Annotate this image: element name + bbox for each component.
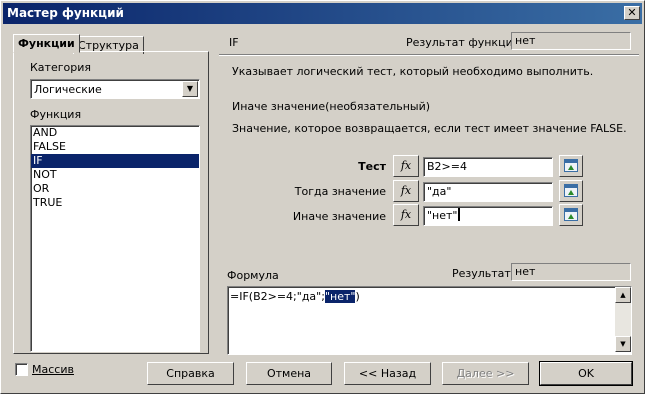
function-description: Указывает логический тест, который необх… [232,65,594,78]
fx-button-then[interactable]: fx [393,180,419,202]
tab-functions[interactable]: Функции [13,34,80,53]
shrink-icon [564,184,578,197]
list-item[interactable]: FALSE [31,140,199,154]
argument-description: Значение, которое возвращается, если тес… [232,122,627,135]
scrollbar[interactable]: ▲ ▼ [615,287,631,352]
scroll-up-icon[interactable]: ▲ [615,287,631,303]
shrink-button-test[interactable] [559,155,583,177]
next-button[interactable]: Далее >> [442,362,529,385]
arg-label-else: Иначе значение [292,210,386,223]
ok-button[interactable]: OK [539,361,633,386]
category-select[interactable]: Логические ▼ [30,79,200,99]
list-item[interactable]: OR [31,182,199,196]
argument-title: Иначе значение(необязательный) [232,100,431,113]
function-result-value: нет [511,32,631,50]
array-checkbox[interactable] [15,363,28,376]
list-item[interactable]: TRUE [31,196,199,210]
arg-input-then[interactable]: "да" [423,182,553,202]
fx-icon: fx [400,208,412,221]
window-title: Мастер функций [7,6,124,20]
arg-input-test[interactable]: B2>=4 [423,157,553,177]
arg-label-test: Тест [358,160,386,173]
list-item-selected[interactable]: IF [31,154,199,168]
function-result-label: Результат функции [406,36,520,49]
formula-editor[interactable]: =IF(B2>=4;"да";"нет") ▲ ▼ [227,286,632,355]
shrink-icon [564,208,578,221]
function-list[interactable]: AND FALSE IF NOT OR TRUE [30,125,200,352]
arg-input-else-value: "нет" [427,209,458,222]
tab-functions-label: Функции [18,37,75,50]
array-checkbox-label: Массив [32,363,74,376]
shrink-button-else[interactable] [559,204,583,226]
text-cursor [457,208,460,221]
scroll-down-icon[interactable]: ▼ [615,336,631,352]
back-button[interactable]: << Назад [344,362,431,385]
arg-label-then: Тогда значение [294,185,386,198]
shrink-icon [564,159,578,172]
function-name: IF [229,36,239,49]
fx-icon: fx [400,184,412,197]
list-item[interactable]: AND [31,126,199,140]
list-item[interactable]: NOT [31,168,199,182]
formula-result-label: Результат [452,267,511,280]
formula-label: Формула [227,269,279,282]
fx-button-else[interactable]: fx [393,204,419,226]
function-wizard-dialog: Мастер функций ✕ Функции Структура Катег… [0,0,645,394]
formula-selection: "нет" [324,290,356,303]
formula-text: =IF(B2>=4;"да";"нет") [230,290,360,303]
close-icon: ✕ [627,6,637,19]
function-label: Функция [30,108,82,121]
fx-icon: fx [400,159,412,172]
category-label: Категория [30,61,91,74]
cancel-button[interactable]: Отмена [246,362,332,385]
chevron-down-icon[interactable]: ▼ [182,81,198,97]
help-button[interactable]: Справка [147,362,234,385]
shrink-button-then[interactable] [559,180,583,202]
divider [219,54,639,56]
category-value: Логические [34,83,102,96]
close-button[interactable]: ✕ [624,6,640,20]
fx-button-test[interactable]: fx [393,155,419,177]
arg-input-else[interactable]: "нет" [423,206,553,226]
title-bar[interactable]: Мастер функций ✕ [3,3,642,24]
formula-result-value: нет [511,263,631,281]
